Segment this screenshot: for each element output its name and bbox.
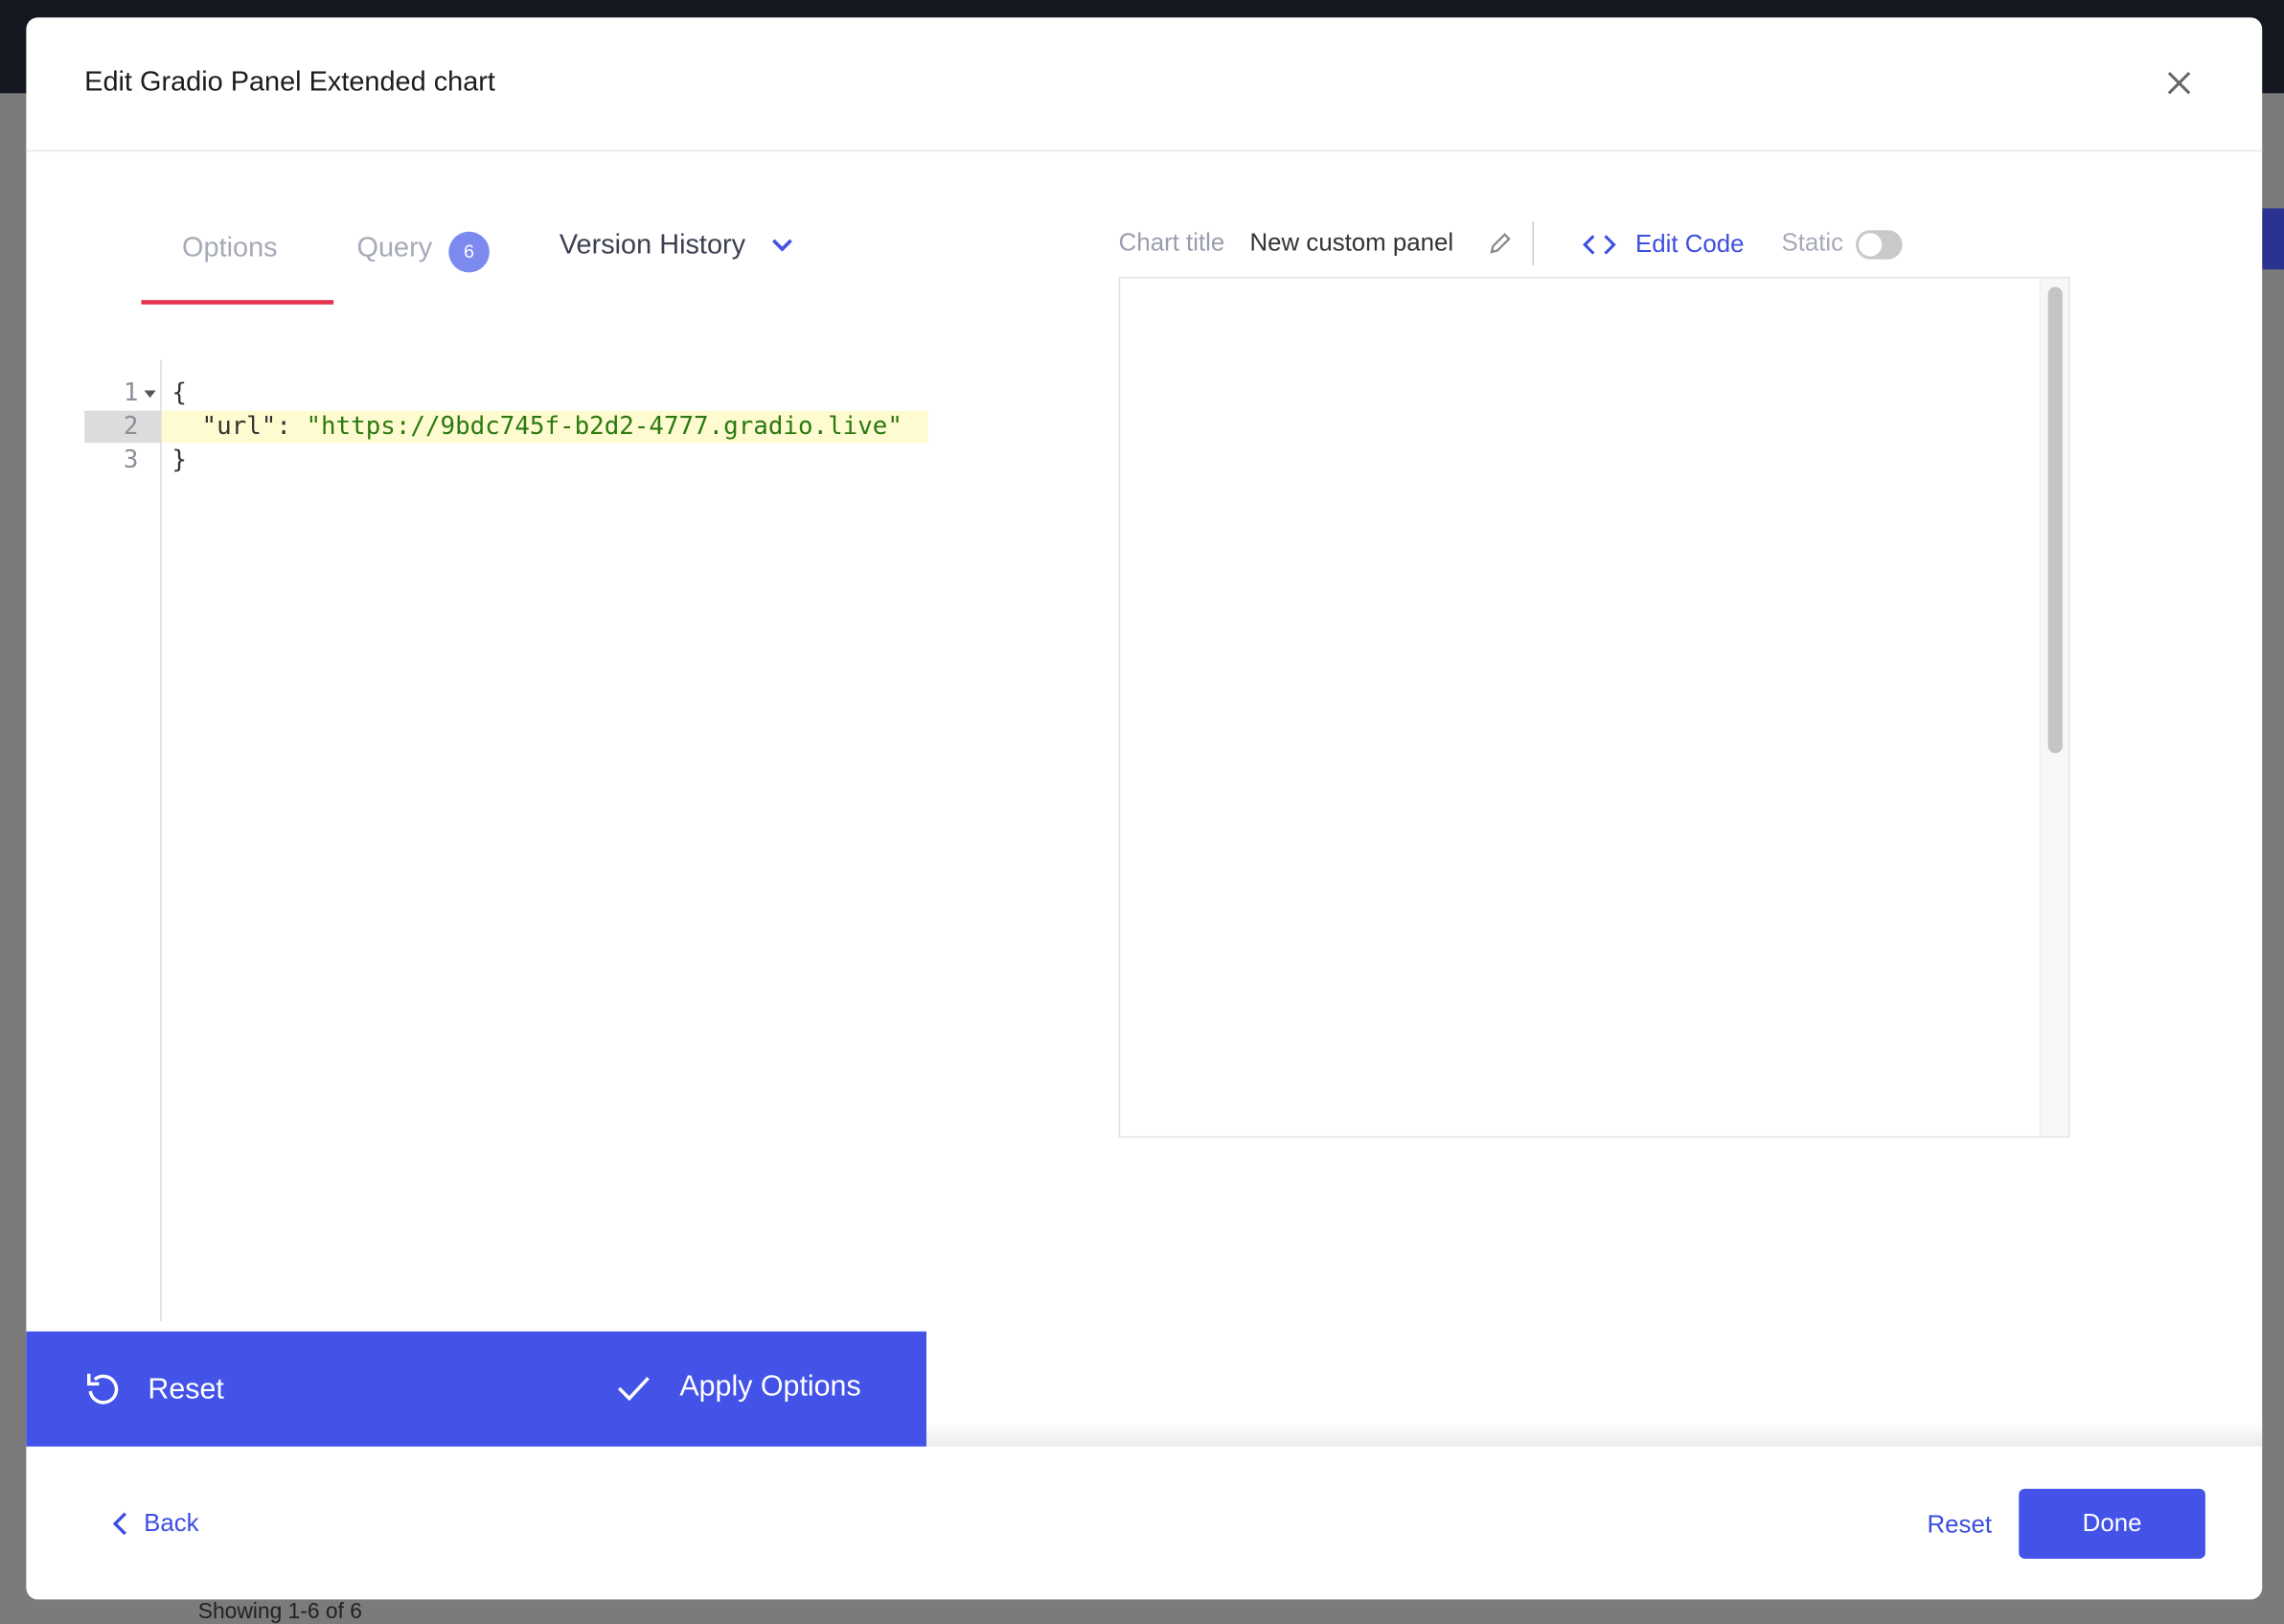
version-history-dropdown[interactable]: Version History <box>560 230 794 262</box>
chart-title-value[interactable]: New custom panel <box>1250 229 1454 258</box>
edit-code-label: Edit Code <box>1635 229 1745 258</box>
code-line: "url": "https://9bdc745f-b2d2-4777.gradi… <box>171 411 902 443</box>
static-toggle[interactable] <box>1855 230 1903 260</box>
chart-preview-area <box>1118 276 2070 1138</box>
chevron-down-icon <box>772 239 792 252</box>
json-key: "url": <box>171 412 307 442</box>
check-icon <box>617 1376 650 1401</box>
reset-button[interactable]: Reset <box>1927 1511 1992 1540</box>
close-icon[interactable] <box>2161 65 2196 100</box>
tab-query[interactable]: Query <box>356 233 432 264</box>
apply-label: Apply Options <box>679 1371 861 1404</box>
code-line: { <box>171 378 187 408</box>
tab-options[interactable]: Options <box>182 233 278 264</box>
divider <box>1532 221 1534 265</box>
options-action-bar: Reset Apply Options <box>26 1331 926 1447</box>
divider-shadow <box>925 1423 2263 1447</box>
chart-title-label: Chart title <box>1118 228 1225 257</box>
active-tab-indicator <box>141 300 334 305</box>
code-icon <box>1583 234 1616 254</box>
static-label: Static <box>1781 228 1844 257</box>
back-label: Back <box>144 1508 199 1537</box>
reset-label: Reset <box>148 1372 224 1406</box>
version-history-label: Version History <box>559 230 746 262</box>
pagination-text: Showing 1-6 of 6 <box>197 1599 362 1624</box>
background-button <box>2262 208 2284 270</box>
line-number: 3 <box>123 446 139 475</box>
scrollbar[interactable] <box>2039 278 2068 1136</box>
pencil-icon[interactable] <box>1487 230 1513 256</box>
chevron-left-icon <box>112 1511 126 1535</box>
modal-title: Edit Gradio Panel Extended chart <box>84 66 495 98</box>
edit-chart-modal: Edit Gradio Panel Extended chart Options… <box>26 17 2263 1600</box>
done-button[interactable]: Done <box>2019 1488 2205 1559</box>
code-line: } <box>171 446 187 475</box>
apply-options-button[interactable]: Apply Options <box>616 1371 861 1405</box>
back-button[interactable]: Back <box>111 1508 199 1538</box>
editor-gutter <box>84 359 162 1322</box>
json-code-editor[interactable]: 1 2 3 { "url": "https://9bdc745f-b2d2-47… <box>84 359 928 1322</box>
fold-arrow-icon[interactable] <box>144 390 156 399</box>
reset-options-button[interactable]: Reset <box>84 1371 224 1409</box>
modal-header: Edit Gradio Panel Extended chart <box>26 17 2263 152</box>
edit-code-button[interactable]: Edit Code <box>1582 229 1745 259</box>
line-number: 2 <box>123 412 139 442</box>
query-count-badge: 6 <box>448 231 490 273</box>
scrollbar-thumb[interactable] <box>2047 286 2063 754</box>
json-string-value: "https://9bdc745f-b2d2-4777.gradio.live" <box>306 412 902 442</box>
undo-icon <box>86 1373 119 1405</box>
